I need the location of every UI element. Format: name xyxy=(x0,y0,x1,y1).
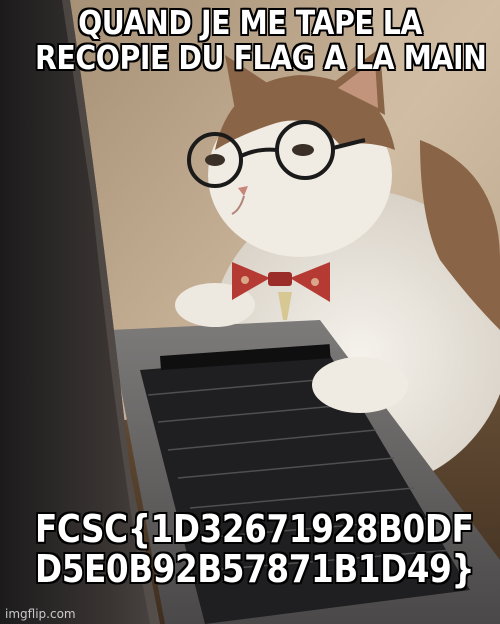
top-caption-line-1: QUAND JE ME TAPE LA xyxy=(78,3,422,42)
bottom-caption-line-2: D5E0B92B57871B1D49} xyxy=(35,546,475,591)
top-caption: QUAND JE ME TAPE LA RECOPIE DU FLAG A LA… xyxy=(35,3,487,77)
bottom-caption-line-1: FCSC{1D32671928B0DF xyxy=(35,507,474,551)
bottom-caption: FCSC{1D32671928B0DF D5E0B92B57871B1D49} xyxy=(35,507,475,591)
imgflip-watermark: imgflip.com xyxy=(5,607,76,621)
meme-container: QUAND JE ME TAPE LA RECOPIE DU FLAG A LA… xyxy=(0,0,500,624)
top-caption-line-2: RECOPIE DU FLAG A LA MAIN xyxy=(35,37,487,77)
